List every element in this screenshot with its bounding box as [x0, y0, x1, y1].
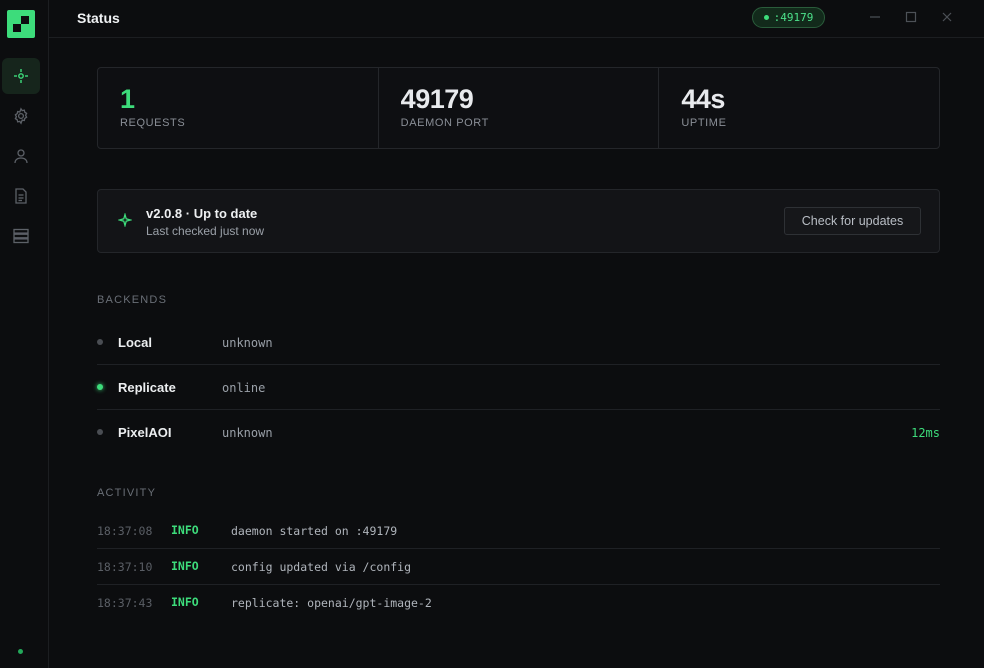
stat-label: DAEMON PORT: [400, 117, 489, 129]
backend-name: PixelAOI: [118, 425, 172, 440]
version-status: v2.0.8 · Up to date: [146, 206, 258, 221]
online-dot-icon: [763, 15, 769, 20]
backend-status: unknown: [222, 426, 273, 440]
backend-latency: 12ms: [911, 426, 940, 440]
log-level: INFO: [171, 523, 199, 537]
sparkle-icon: [118, 213, 132, 227]
update-card: v2.0.8 · Up to date Last checked just no…: [97, 189, 940, 253]
stat-label: REQUESTS: [120, 117, 186, 129]
backend-row[interactable]: PixelAOI unknown 12ms: [97, 410, 940, 455]
crosshair-icon: [14, 69, 28, 83]
status-dot: [97, 384, 103, 390]
log-level: INFO: [171, 559, 199, 573]
log-level: INFO: [171, 595, 199, 609]
server-icon: [13, 228, 29, 244]
gear-icon: [14, 107, 28, 125]
activity-heading: ACTIVITY: [97, 487, 157, 499]
log-time: 18:37:10: [97, 560, 153, 574]
stat-value: 49179: [400, 84, 474, 114]
stat-requests: 1 REQUESTS: [98, 68, 379, 148]
log-row: 18:37:08 INFO daemon started on :49179: [97, 513, 940, 549]
sidebar-item-status[interactable]: [2, 58, 40, 94]
backend-row[interactable]: Local unknown: [97, 320, 940, 365]
sidebar-item-logs[interactable]: [2, 178, 40, 214]
log-row: 18:37:10 INFO config updated via /config: [97, 549, 940, 585]
stat-daemon-port: 49179 DAEMON PORT: [379, 68, 660, 148]
backends-heading: BACKENDS: [97, 294, 168, 306]
close-button[interactable]: [939, 9, 955, 25]
backends-list: Local unknown Replicate online PixelAOI …: [97, 320, 940, 455]
log-time: 18:37:08: [97, 524, 153, 538]
maximize-icon: [905, 11, 917, 23]
log-row: 18:37:43 INFO replicate: openai/gpt-imag…: [97, 585, 940, 621]
sidebar-item-backends[interactable]: [2, 218, 40, 254]
log-message: replicate: openai/gpt-image-2: [231, 596, 432, 610]
check-updates-button[interactable]: Check for updates: [784, 207, 921, 235]
log-message: config updated via /config: [231, 560, 412, 574]
stat-uptime: 44s UPTIME: [659, 68, 939, 148]
backend-name: Replicate: [118, 380, 176, 395]
document-icon: [15, 188, 27, 204]
maximize-button[interactable]: [903, 9, 919, 25]
user-icon: [14, 149, 28, 164]
port-badge-label: :49179: [773, 11, 814, 24]
log-message: daemon started on :49179: [231, 524, 398, 538]
minimize-icon: [870, 16, 880, 18]
stats-panel: 1 REQUESTS 49179 DAEMON PORT 44s UPTIME: [97, 67, 940, 149]
backend-status: unknown: [222, 336, 273, 350]
activity-log: 18:37:08 INFO daemon started on :49179 1…: [97, 513, 940, 621]
backend-status: online: [222, 381, 266, 395]
close-icon: [942, 12, 952, 22]
status-dot: [97, 429, 103, 435]
status-dot: [97, 339, 103, 345]
connection-status-dot: [18, 649, 23, 654]
sidebar-item-account[interactable]: [2, 138, 40, 174]
sidebar-item-settings[interactable]: [2, 98, 40, 134]
page-title: Status: [77, 10, 120, 26]
stat-label: UPTIME: [681, 117, 727, 129]
minimize-button[interactable]: [867, 9, 883, 25]
backend-row[interactable]: Replicate online: [97, 365, 940, 410]
title-bar: Status :49179: [49, 0, 984, 38]
sidebar: [0, 0, 49, 668]
last-checked: Last checked just now: [146, 224, 265, 238]
backend-name: Local: [118, 335, 152, 350]
log-time: 18:37:43: [97, 596, 153, 610]
app-logo: [7, 10, 35, 38]
stat-value: 1: [120, 84, 135, 114]
port-badge[interactable]: :49179: [752, 7, 825, 28]
stat-value: 44s: [681, 84, 725, 114]
